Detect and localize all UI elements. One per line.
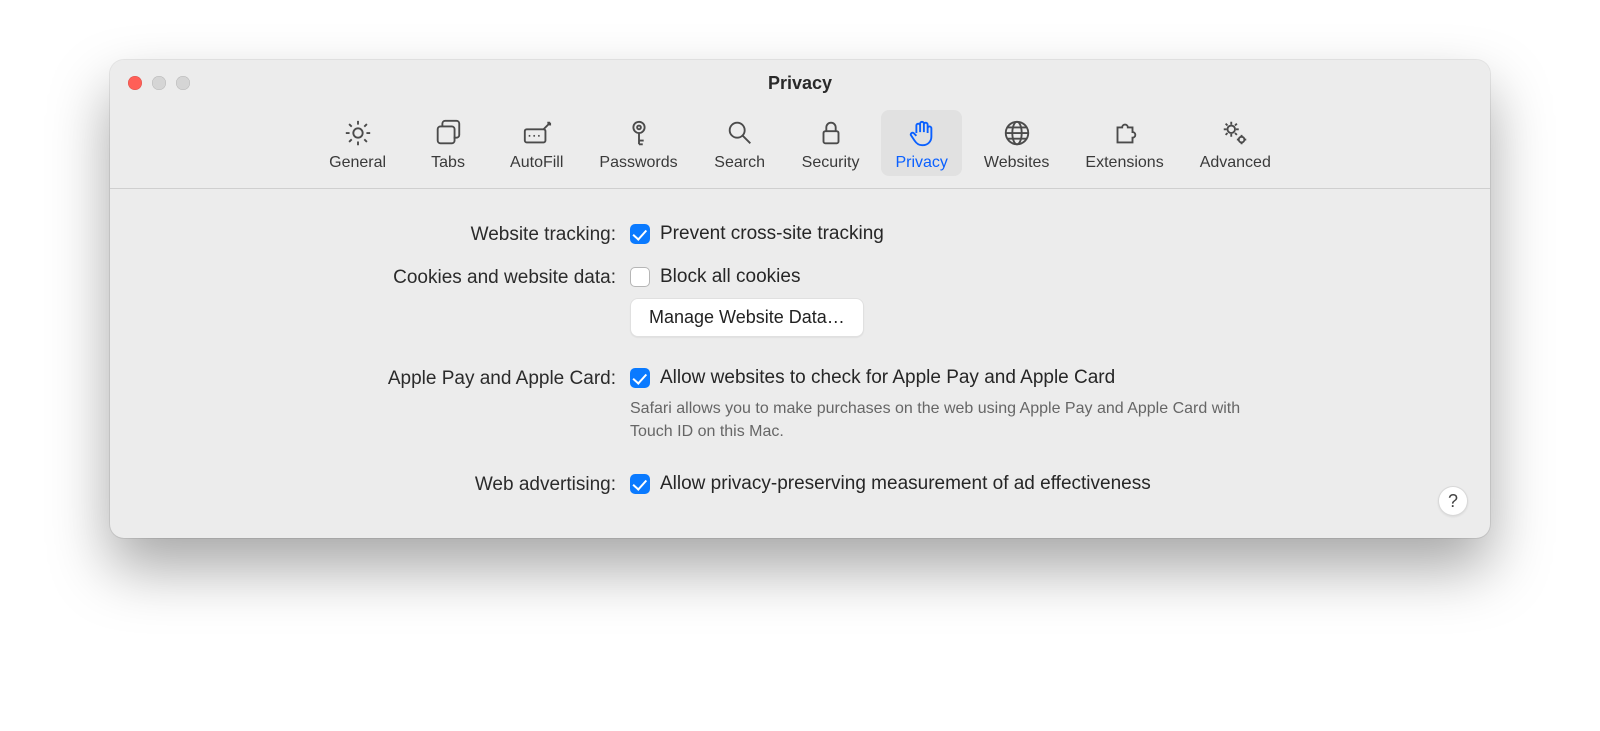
tab-extensions[interactable]: Extensions	[1071, 110, 1177, 176]
key-icon	[622, 116, 656, 150]
preferences-window: Privacy General Tabs AutoFill Passw	[110, 60, 1490, 538]
window-controls	[128, 76, 190, 90]
checkbox-label: Prevent cross-site tracking	[660, 223, 884, 245]
puzzle-icon	[1108, 116, 1142, 150]
block-all-cookies-option[interactable]: Block all cookies	[630, 266, 1450, 288]
web-advertising-label: Web advertising:	[150, 473, 630, 496]
help-button[interactable]: ?	[1438, 486, 1468, 516]
tab-label: Search	[714, 154, 765, 172]
manage-website-data-button[interactable]: Manage Website Data…	[630, 298, 864, 337]
tab-advanced[interactable]: Advanced	[1186, 110, 1285, 176]
titlebar: Privacy	[110, 60, 1490, 106]
tab-autofill[interactable]: AutoFill	[496, 110, 577, 176]
minimize-window-button[interactable]	[152, 76, 166, 90]
privacy-pane: Website tracking: Prevent cross-site tra…	[110, 189, 1490, 538]
cookies-label: Cookies and website data:	[150, 266, 630, 289]
allow-apple-pay-check-option[interactable]: Allow websites to check for Apple Pay an…	[630, 367, 1450, 389]
window-title: Privacy	[768, 73, 832, 94]
zoom-window-button[interactable]	[176, 76, 190, 90]
tab-label: Websites	[984, 154, 1050, 172]
tab-privacy[interactable]: Privacy	[881, 110, 961, 176]
allow-ad-measurement-option[interactable]: Allow privacy-preserving measurement of …	[630, 473, 1450, 495]
tab-label: General	[329, 154, 386, 172]
apple-pay-label: Apple Pay and Apple Card:	[150, 367, 630, 390]
checkbox-checked-icon	[630, 368, 650, 388]
close-window-button[interactable]	[128, 76, 142, 90]
preferences-toolbar: General Tabs AutoFill Passwords Search	[110, 106, 1490, 189]
autofill-icon	[520, 116, 554, 150]
tab-label: AutoFill	[510, 154, 563, 172]
apple-pay-description: Safari allows you to make purchases on t…	[630, 397, 1250, 443]
tab-label: Extensions	[1085, 154, 1163, 172]
search-icon	[723, 116, 757, 150]
prevent-cross-site-tracking-option[interactable]: Prevent cross-site tracking	[630, 223, 1450, 245]
checkbox-label: Block all cookies	[660, 266, 800, 288]
checkbox-label: Allow websites to check for Apple Pay an…	[660, 367, 1115, 389]
tab-label: Security	[802, 154, 860, 172]
globe-icon	[1000, 116, 1034, 150]
tab-general[interactable]: General	[315, 110, 400, 176]
hand-icon	[905, 116, 939, 150]
checkbox-checked-icon	[630, 474, 650, 494]
tab-security[interactable]: Security	[788, 110, 874, 176]
tabs-icon	[431, 116, 465, 150]
gears-icon	[1218, 116, 1252, 150]
checkbox-label: Allow privacy-preserving measurement of …	[660, 473, 1151, 495]
tab-label: Tabs	[431, 154, 465, 172]
tab-passwords[interactable]: Passwords	[585, 110, 691, 176]
tab-label: Privacy	[895, 154, 947, 172]
tab-search[interactable]: Search	[700, 110, 780, 176]
tab-tabs[interactable]: Tabs	[408, 110, 488, 176]
lock-icon	[814, 116, 848, 150]
tab-label: Advanced	[1200, 154, 1271, 172]
tab-label: Passwords	[599, 154, 677, 172]
gear-icon	[341, 116, 375, 150]
checkbox-unchecked-icon	[630, 267, 650, 287]
tab-websites[interactable]: Websites	[970, 110, 1064, 176]
checkbox-checked-icon	[630, 224, 650, 244]
website-tracking-label: Website tracking:	[150, 223, 630, 246]
